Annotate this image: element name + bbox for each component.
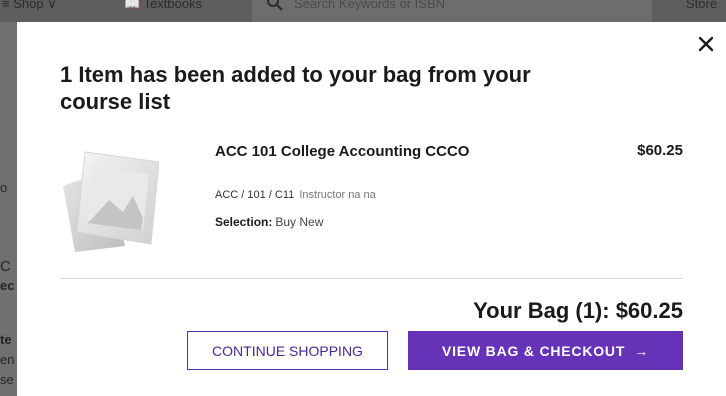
product-placeholder-icon bbox=[63, 151, 159, 252]
added-to-bag-modal: 1 Item has been added to your bag from y… bbox=[17, 22, 726, 396]
arrow-right-icon: → bbox=[634, 342, 649, 359]
background-text-fragment: C bbox=[0, 258, 11, 275]
selection-value: Buy New bbox=[275, 215, 324, 229]
item-selection: Selection: Buy New bbox=[215, 215, 323, 229]
modal-title: 1 Item has been added to your bag from y… bbox=[60, 62, 531, 114]
divider bbox=[60, 278, 683, 279]
background-page-edge: o C ec te en se bbox=[0, 22, 18, 396]
selection-label: Selection: bbox=[215, 215, 273, 229]
textbooks-link[interactable]: 📖 Textbooks bbox=[124, 0, 202, 12]
background-text-fragment: se bbox=[0, 372, 14, 387]
background-text-fragment: te bbox=[0, 332, 12, 347]
store-link[interactable]: Store bbox=[686, 0, 717, 11]
instructor-name: Instructor na na bbox=[299, 189, 376, 201]
background-search-bar[interactable]: Search Keywords or ISBN bbox=[252, 0, 652, 22]
search-icon bbox=[267, 0, 283, 11]
background-header: ≡ Shop ∨ 📖 Textbooks Search Keywords or … bbox=[0, 0, 726, 22]
search-placeholder: Search Keywords or ISBN bbox=[294, 0, 446, 11]
background-text-fragment: ec bbox=[0, 278, 15, 293]
close-icon[interactable] bbox=[696, 34, 716, 54]
item-course-info: ACC / 101 / C11 Instructor na na bbox=[215, 189, 376, 201]
continue-shopping-button[interactable]: CONTINUE SHOPPING bbox=[187, 331, 388, 370]
background-text-fragment: o bbox=[0, 180, 8, 195]
bag-total: Your Bag (1): $60.25 bbox=[473, 298, 683, 323]
course-code: ACC / 101 / C11 bbox=[215, 189, 295, 201]
shop-menu[interactable]: ≡ Shop ∨ bbox=[2, 0, 57, 12]
checkout-label: VIEW BAG & CHECKOUT bbox=[441, 342, 626, 359]
background-text-fragment: en bbox=[0, 352, 15, 367]
item-title[interactable]: ACC 101 College Accounting CCCO bbox=[215, 142, 505, 161]
item-price: $60.25 bbox=[637, 142, 683, 159]
view-bag-checkout-button[interactable]: VIEW BAG & CHECKOUT → bbox=[408, 331, 683, 370]
